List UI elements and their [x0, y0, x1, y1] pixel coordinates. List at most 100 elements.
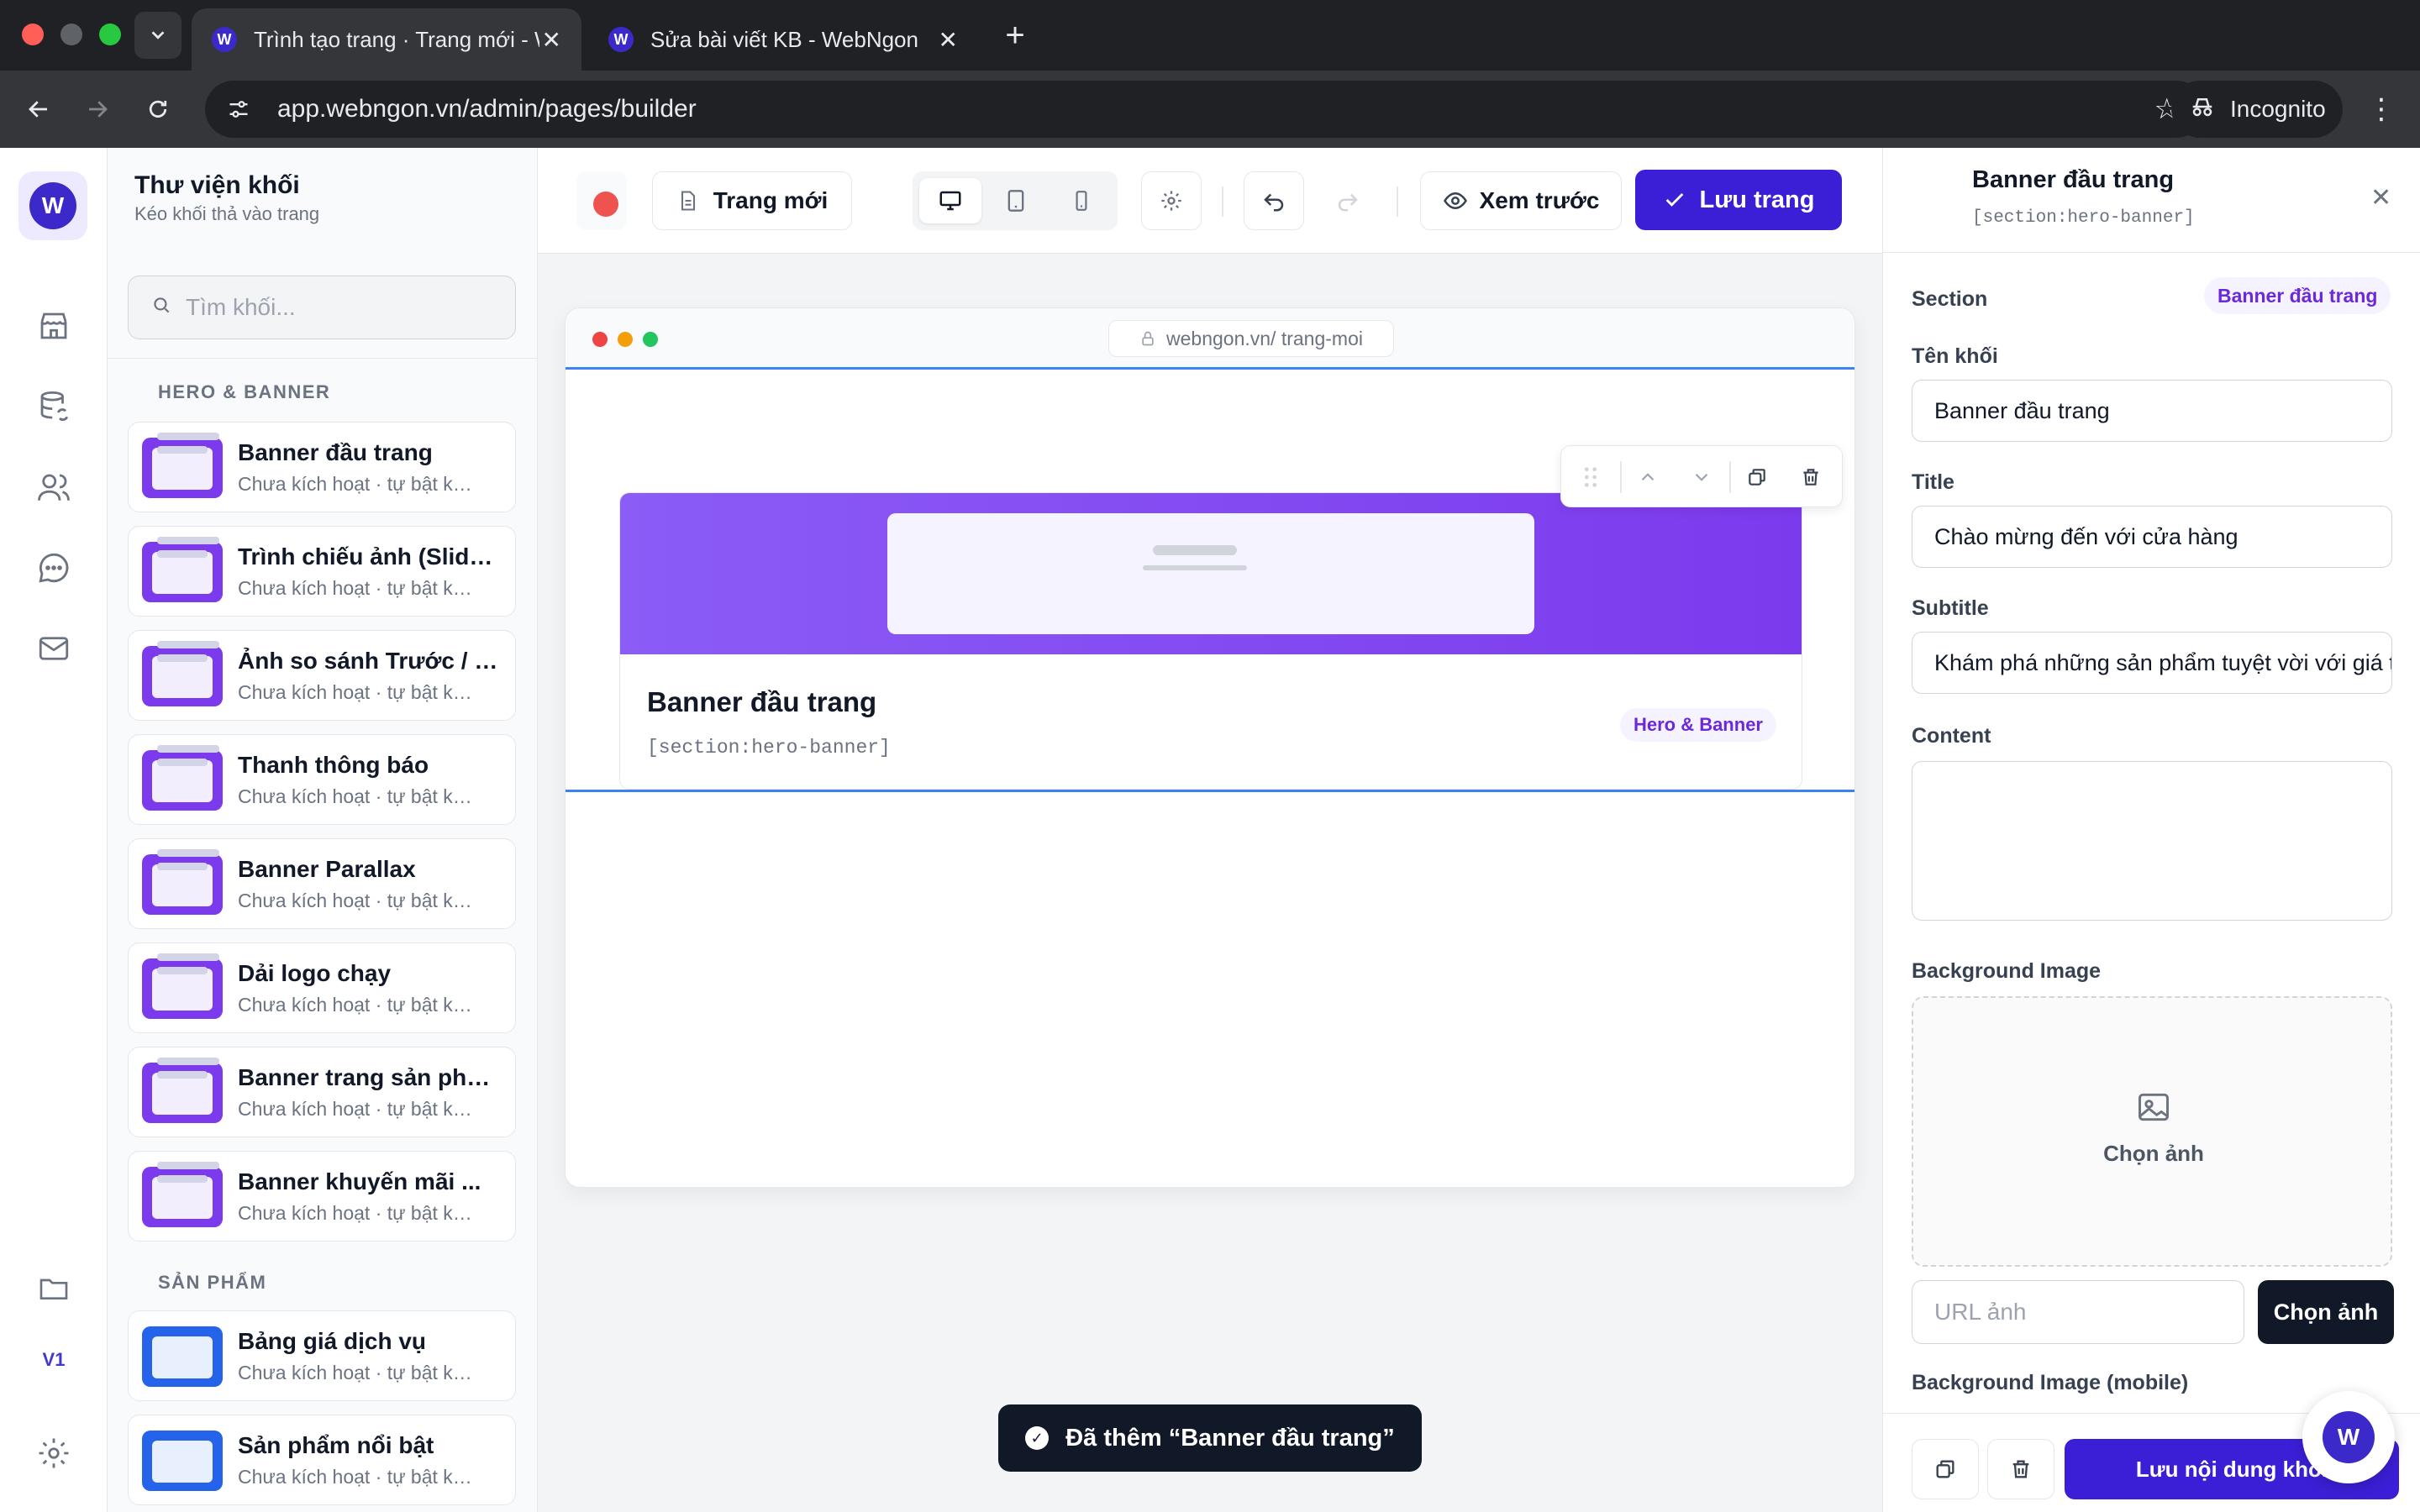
move-up-icon[interactable] — [1628, 458, 1667, 496]
tablet-icon[interactable] — [985, 178, 1047, 223]
forward-button[interactable] — [74, 86, 121, 133]
zoom-window-button[interactable] — [99, 24, 121, 45]
save-page-button[interactable]: Lưu trang — [1635, 170, 1842, 230]
site-settings-icon[interactable] — [222, 92, 255, 126]
delete-block-button[interactable] — [1987, 1439, 2054, 1499]
title-field[interactable]: Chào mừng đến với cửa hàng — [1912, 506, 2392, 568]
move-down-icon[interactable] — [1682, 458, 1721, 496]
block-item[interactable]: Bảng giá dịch vụ Chưa kích hoạt · tự bật… — [128, 1310, 516, 1401]
inspector-tag: [section:hero-banner] — [1972, 208, 2195, 228]
block-item[interactable]: Banner Parallax Chưa kích hoạt · tự bật … — [128, 838, 516, 929]
assistant-logo-icon: W — [2323, 1411, 2375, 1463]
block-thumbnail — [142, 1058, 223, 1123]
background-image-mobile-label: Background Image (mobile) — [1912, 1371, 2189, 1394]
delete-icon[interactable] — [1791, 458, 1830, 496]
block-item[interactable]: Trình chiếu ảnh (Slideshow) Chưa kích ho… — [128, 526, 516, 617]
block-name: Thanh thông báo — [238, 752, 429, 778]
title-label: Title — [1912, 470, 1954, 494]
block-search-input[interactable]: Tìm khối... — [128, 276, 516, 339]
version-label: V1 — [42, 1349, 66, 1370]
block-name: Banner Parallax — [238, 856, 416, 882]
reload-button[interactable] — [134, 86, 182, 133]
folder-icon[interactable] — [30, 1265, 77, 1312]
new-tab-button[interactable]: + — [992, 12, 1039, 59]
preview-address: webngon.vn/ trang-moi — [1108, 320, 1394, 357]
block-item[interactable]: Ảnh so sánh Trước / Sau Chưa kích hoạt ·… — [128, 630, 516, 721]
duplicate-icon[interactable] — [1738, 458, 1776, 496]
block-name: Banner đầu trang — [238, 439, 433, 465]
desktop-icon[interactable] — [919, 178, 981, 223]
subtitle-field[interactable]: Khám phá những sản phẩm tuyệt vời với gi… — [1912, 632, 2392, 694]
tab-title: Sửa bài viết KB - WebNgon — [650, 26, 918, 52]
block-status: Chưa kích hoạt · tự bật khi thêm — [238, 1098, 481, 1120]
address-bar[interactable]: app.webngon.vn/admin/pages/builder ☆ — [205, 81, 2205, 138]
settings-icon[interactable] — [30, 1430, 77, 1477]
mobile-icon[interactable] — [1050, 178, 1113, 223]
divider — [1729, 461, 1731, 493]
users-icon[interactable] — [30, 464, 77, 511]
block-status: Chưa kích hoạt · tự bật khi thêm — [238, 890, 481, 911]
block-item[interactable]: Banner trang sản phẩm Chưa kích hoạt · t… — [128, 1047, 516, 1137]
block-name: Bảng giá dịch vụ — [238, 1328, 427, 1354]
preview-url: webngon.vn/ trang-moi — [1166, 327, 1363, 349]
database-sync-icon[interactable] — [30, 383, 77, 430]
choose-image-button[interactable]: Chọn ảnh — [2258, 1280, 2394, 1344]
divider — [1883, 252, 2420, 253]
assistant-bubble[interactable]: W — [2302, 1391, 2395, 1483]
image-url-input[interactable]: URL ảnh — [1912, 1280, 2244, 1344]
incognito-indicator[interactable]: Incognito — [2171, 81, 2343, 138]
minimize-window-button[interactable] — [60, 24, 82, 45]
close-window-button[interactable] — [22, 24, 44, 45]
undo-button[interactable] — [1244, 171, 1304, 230]
app-rail: W V1 — [0, 148, 108, 1512]
preview-button[interactable]: Xem trước — [1420, 171, 1622, 230]
block-status: Chưa kích hoạt · tự bật khi thêm — [238, 473, 481, 495]
incognito-icon — [2190, 94, 2215, 125]
duplicate-block-button[interactable] — [1912, 1439, 1979, 1499]
divider — [1222, 186, 1223, 217]
block-item[interactable]: Banner đầu trang Chưa kích hoạt · tự bật… — [128, 422, 516, 512]
block-item[interactable]: Sản phẩm nổi bật Chưa kích hoạt · tự bật… — [128, 1415, 516, 1505]
close-tab-icon[interactable]: ✕ — [542, 26, 561, 54]
tab-page-builder[interactable]: W Trình tạo trang · Trang mới - WebNgon … — [192, 8, 581, 71]
divider — [1620, 461, 1622, 493]
chat-icon[interactable] — [30, 544, 77, 591]
window-dot — [643, 332, 658, 347]
block-item[interactable]: Thanh thông báo Chưa kích hoạt · tự bật … — [128, 734, 516, 825]
back-button[interactable] — [15, 86, 62, 133]
block-item[interactable]: Banner khuyến mãi ... Chưa kích hoạt · t… — [128, 1151, 516, 1242]
tab-search-button[interactable] — [134, 12, 182, 59]
drag-handle-icon[interactable] — [1571, 458, 1610, 496]
block-name-field[interactable]: Banner đầu trang — [1912, 380, 2392, 442]
document-icon — [681, 191, 695, 211]
app-logo[interactable]: W — [18, 171, 87, 240]
divider — [108, 358, 537, 359]
block-item[interactable]: Dải logo chạy Chưa kích hoạt · tự bật kh… — [128, 942, 516, 1033]
browser-toolbar: app.webngon.vn/admin/pages/builder ☆ Inc… — [0, 71, 2420, 148]
close-icon[interactable]: ✕ — [2370, 183, 2391, 213]
page-settings-button[interactable] — [1141, 171, 1202, 230]
image-dropzone[interactable]: Chọn ảnh — [1912, 996, 2392, 1267]
tab-strip: W Trình tạo trang · Trang mới - WebNgon … — [0, 0, 2420, 71]
content-textarea[interactable] — [1912, 761, 2392, 921]
mail-icon[interactable] — [30, 625, 77, 672]
webngon-favicon-icon: W — [212, 27, 237, 52]
browser-menu-button[interactable]: ⋮ — [2363, 86, 2400, 133]
redo-button[interactable] — [1318, 171, 1378, 230]
section-label: Section — [1912, 287, 1988, 311]
page-name-button[interactable]: Trang mới — [652, 171, 852, 230]
close-tab-icon[interactable]: ✕ — [939, 26, 958, 54]
section-badge: Banner đầu trang — [2204, 277, 2391, 314]
preview-frame-bar: webngon.vn/ trang-moi — [566, 308, 1854, 367]
block-name: Banner khuyến mãi ... — [238, 1168, 481, 1194]
block-status: Chưa kích hoạt · tự bật khi thêm — [238, 994, 481, 1016]
editor-toolbar: Trang mới Xem trước Lưu trang — [538, 148, 1882, 254]
url-text: app.webngon.vn/admin/pages/builder — [277, 95, 697, 123]
group-label-hero-banner: HERO & BANNER — [158, 381, 331, 402]
selected-section[interactable]: Banner đầu trang [section:hero-banner] H… — [566, 367, 1854, 792]
store-icon[interactable] — [30, 302, 77, 349]
check-icon — [1665, 193, 1683, 207]
tab-edit-kb[interactable]: W Sửa bài viết KB - WebNgon ✕ — [588, 8, 978, 71]
block-thumbnail — [142, 1431, 223, 1491]
section-card[interactable]: Banner đầu trang [section:hero-banner] H… — [619, 492, 1802, 790]
